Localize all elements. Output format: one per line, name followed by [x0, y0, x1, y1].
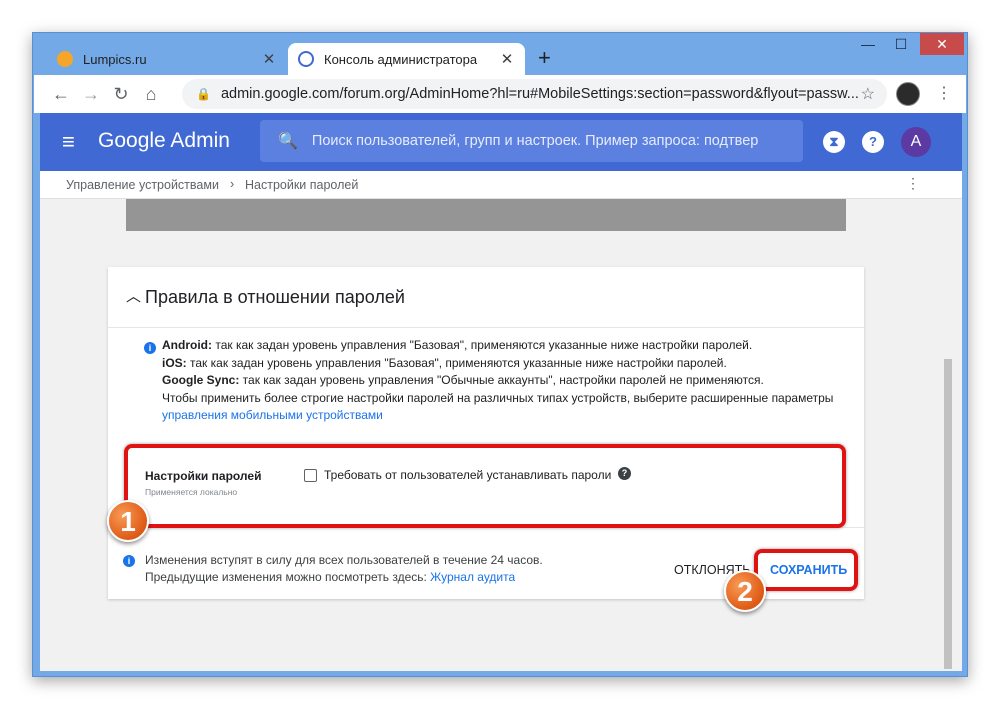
new-tab-icon[interactable]: + — [538, 45, 551, 71]
admin-favicon-icon — [298, 51, 314, 67]
info-line4: Чтобы применить более строгие настройки … — [162, 390, 834, 405]
lumpics-favicon-icon — [57, 51, 73, 67]
breadcrumb-item-devices[interactable]: Управление устройствами — [66, 178, 219, 192]
browser-toolbar: ← → ↻ ⌂ 🔒 admin.google.com/forum.org/Adm… — [34, 75, 966, 113]
info-icon: i — [123, 555, 135, 567]
more-options-icon[interactable]: ⋮ — [906, 175, 920, 192]
audit-log-link[interactable]: Журнал аудита — [430, 570, 515, 584]
address-bar[interactable]: 🔒 admin.google.com/forum.org/AdminHome?h… — [182, 79, 887, 109]
tab-admin-console[interactable]: Консоль администратора ✕ — [288, 43, 525, 75]
forward-arrow-icon[interactable]: → — [76, 84, 106, 105]
info-block: i Android: так как задан уровень управле… — [144, 337, 854, 425]
info-sync: Google Sync: так как задан уровень управ… — [162, 373, 764, 387]
step-badge-2: 2 — [724, 570, 766, 612]
lock-icon: 🔒 — [196, 87, 211, 101]
tab-lumpics[interactable]: Lumpics.ru ✕ — [47, 43, 287, 75]
help-icon[interactable]: ? — [862, 131, 884, 153]
mdm-link[interactable]: управления мобильными устройствами — [162, 407, 854, 425]
highlight-save-button — [754, 549, 858, 591]
admin-header: ≡ Google Admin 🔍 Поиск пользователей, гр… — [40, 113, 962, 171]
browser-menu-icon[interactable]: ⋮ — [936, 83, 952, 103]
collapsed-panel — [126, 199, 846, 231]
info-icon: i — [144, 342, 156, 354]
tab-title: Lumpics.ru — [83, 51, 147, 67]
profile-avatar[interactable] — [896, 82, 920, 106]
hourglass-icon[interactable]: ⧗ — [823, 131, 845, 153]
close-tab-icon[interactable]: ✕ — [499, 50, 515, 68]
card-header[interactable]: ︿ Правила в отношении паролей — [108, 267, 864, 328]
close-window-button[interactable]: ✕ — [920, 33, 964, 55]
breadcrumb-item-passwords: Настройки паролей — [245, 178, 359, 192]
maximize-button[interactable]: ☐ — [886, 33, 916, 55]
hamburger-menu-icon[interactable]: ≡ — [62, 129, 75, 155]
home-icon[interactable]: ⌂ — [136, 84, 166, 105]
main-content: ︿ Правила в отношении паролей i Android:… — [40, 199, 962, 671]
section-title: Правила в отношении паролей — [145, 287, 405, 307]
footer-note: Изменения вступят в силу для всех пользо… — [145, 553, 543, 567]
search-placeholder: Поиск пользователей, групп и настроек. П… — [311, 133, 759, 149]
info-android: Android: так как задан уровень управлени… — [162, 338, 753, 352]
step-badge-1: 1 — [107, 500, 149, 542]
highlight-setting-row — [124, 444, 846, 528]
tab-title: Консоль администратора — [324, 51, 478, 67]
footer-audit-line: Предыдущие изменения можно посмотреть зд… — [145, 570, 516, 584]
breadcrumb: Управление устройствами › Настройки паро… — [40, 171, 962, 199]
scrollbar[interactable] — [944, 359, 952, 669]
chevron-right-icon: › — [230, 177, 235, 191]
bookmark-star-icon[interactable]: ☆ — [861, 84, 875, 104]
back-arrow-icon[interactable]: ← — [46, 84, 76, 105]
chevron-up-icon[interactable]: ︿ — [126, 285, 141, 306]
search-icon: 🔍 — [278, 133, 298, 150]
account-avatar[interactable]: A — [901, 127, 931, 157]
search-input[interactable]: 🔍 Поиск пользователей, групп и настроек.… — [260, 120, 803, 162]
minimize-button[interactable]: — — [853, 33, 883, 55]
brand-title[interactable]: Google Admin — [98, 129, 230, 153]
password-policy-card: ︿ Правила в отношении паролей i Android:… — [108, 267, 864, 599]
close-tab-icon[interactable]: ✕ — [261, 50, 277, 68]
info-ios: iOS: так как задан уровень управления "Б… — [162, 355, 727, 370]
reload-icon[interactable]: ↻ — [106, 84, 136, 105]
url-text[interactable]: admin.google.com/forum.org/AdminHome?hl=… — [221, 86, 861, 102]
